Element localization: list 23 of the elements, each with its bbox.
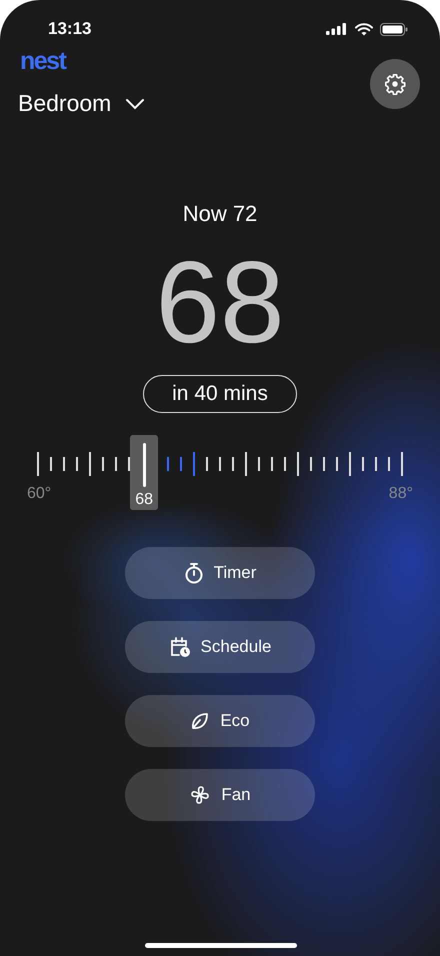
timer-button[interactable]: Timer <box>125 546 315 599</box>
chevron-down-icon <box>125 98 146 110</box>
fan-icon <box>189 784 212 806</box>
eco-button[interactable]: Eco <box>125 694 315 747</box>
max-label: 88° <box>388 484 413 503</box>
slider-thumb[interactable]: 68 <box>130 434 158 510</box>
current-temperature: Now 72 <box>182 201 258 227</box>
settings-button[interactable] <box>370 59 420 109</box>
schedule-button[interactable]: Schedule <box>125 620 315 673</box>
target-temperature: 68 <box>155 239 285 367</box>
calendar-clock-icon <box>168 636 191 658</box>
leaf-icon <box>190 710 210 731</box>
min-label: 60° <box>27 484 52 503</box>
status-time: 13:13 <box>48 19 92 39</box>
nest-logo: nest <box>20 49 66 74</box>
room-selector[interactable]: Bedroom <box>18 90 146 117</box>
battery-icon <box>380 22 408 36</box>
wifi-icon <box>355 22 373 36</box>
eta-pill: in 40 mins <box>143 374 297 413</box>
stopwatch-icon <box>184 562 204 584</box>
signal-icon <box>326 23 348 35</box>
settings-icon <box>384 73 406 95</box>
fan-button[interactable]: Fan <box>125 768 315 821</box>
